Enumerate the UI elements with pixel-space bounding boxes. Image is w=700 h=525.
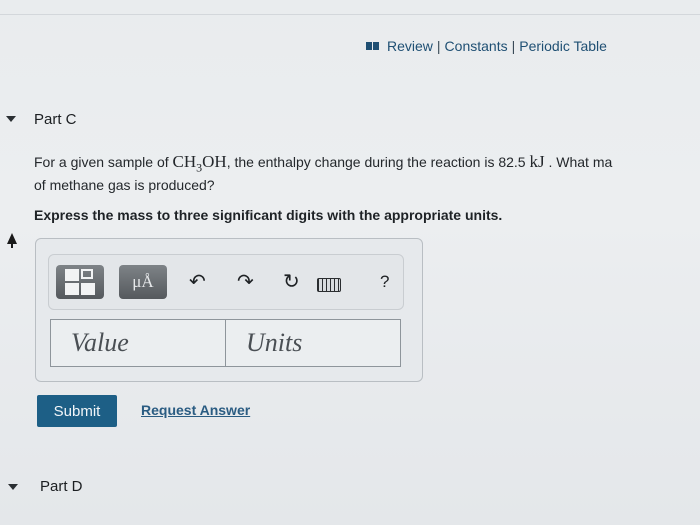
keyboard-icon[interactable] <box>317 278 341 292</box>
question-text: For a given sample of CH3OH, the enthalp… <box>34 152 613 194</box>
collapse-part-c-icon[interactable] <box>6 116 16 122</box>
redo-icon[interactable]: ↷ <box>237 272 254 292</box>
part-d-title[interactable]: Part D <box>40 478 83 495</box>
book-icon <box>366 42 379 50</box>
undo-icon[interactable]: ↶ <box>189 272 206 292</box>
help-icon[interactable]: ? <box>380 272 389 292</box>
templates-button[interactable] <box>56 265 104 299</box>
link-separator: | <box>511 38 516 54</box>
top-divider <box>0 14 700 15</box>
link-separator: | <box>436 38 441 54</box>
templates-icon <box>65 269 95 295</box>
units-button[interactable]: μÅ <box>119 265 167 299</box>
unit-kj: kJ <box>529 152 545 171</box>
review-link[interactable]: Review <box>387 38 433 54</box>
reset-icon[interactable]: ↻ <box>283 272 300 292</box>
formula: CH3OH <box>172 152 227 175</box>
periodic-table-link[interactable]: Periodic Table <box>519 38 607 54</box>
part-c-title[interactable]: Part C <box>34 111 77 128</box>
collapse-part-d-icon[interactable] <box>8 484 18 490</box>
mouse-cursor-icon <box>7 233 17 248</box>
units-input[interactable]: Units <box>225 319 401 367</box>
request-answer-link[interactable]: Request Answer <box>141 402 250 418</box>
instruction-text: Express the mass to three significant di… <box>34 207 503 223</box>
resource-links: Review | Constants | Periodic Table <box>366 38 607 54</box>
value-input[interactable]: Value <box>50 319 242 367</box>
answer-panel: μÅ ↶ ↷ ↻ ? Value Units <box>35 238 423 382</box>
submit-button[interactable]: Submit <box>37 395 117 427</box>
math-toolbar: μÅ ↶ ↷ ↻ ? <box>48 254 404 310</box>
constants-link[interactable]: Constants <box>445 38 508 54</box>
